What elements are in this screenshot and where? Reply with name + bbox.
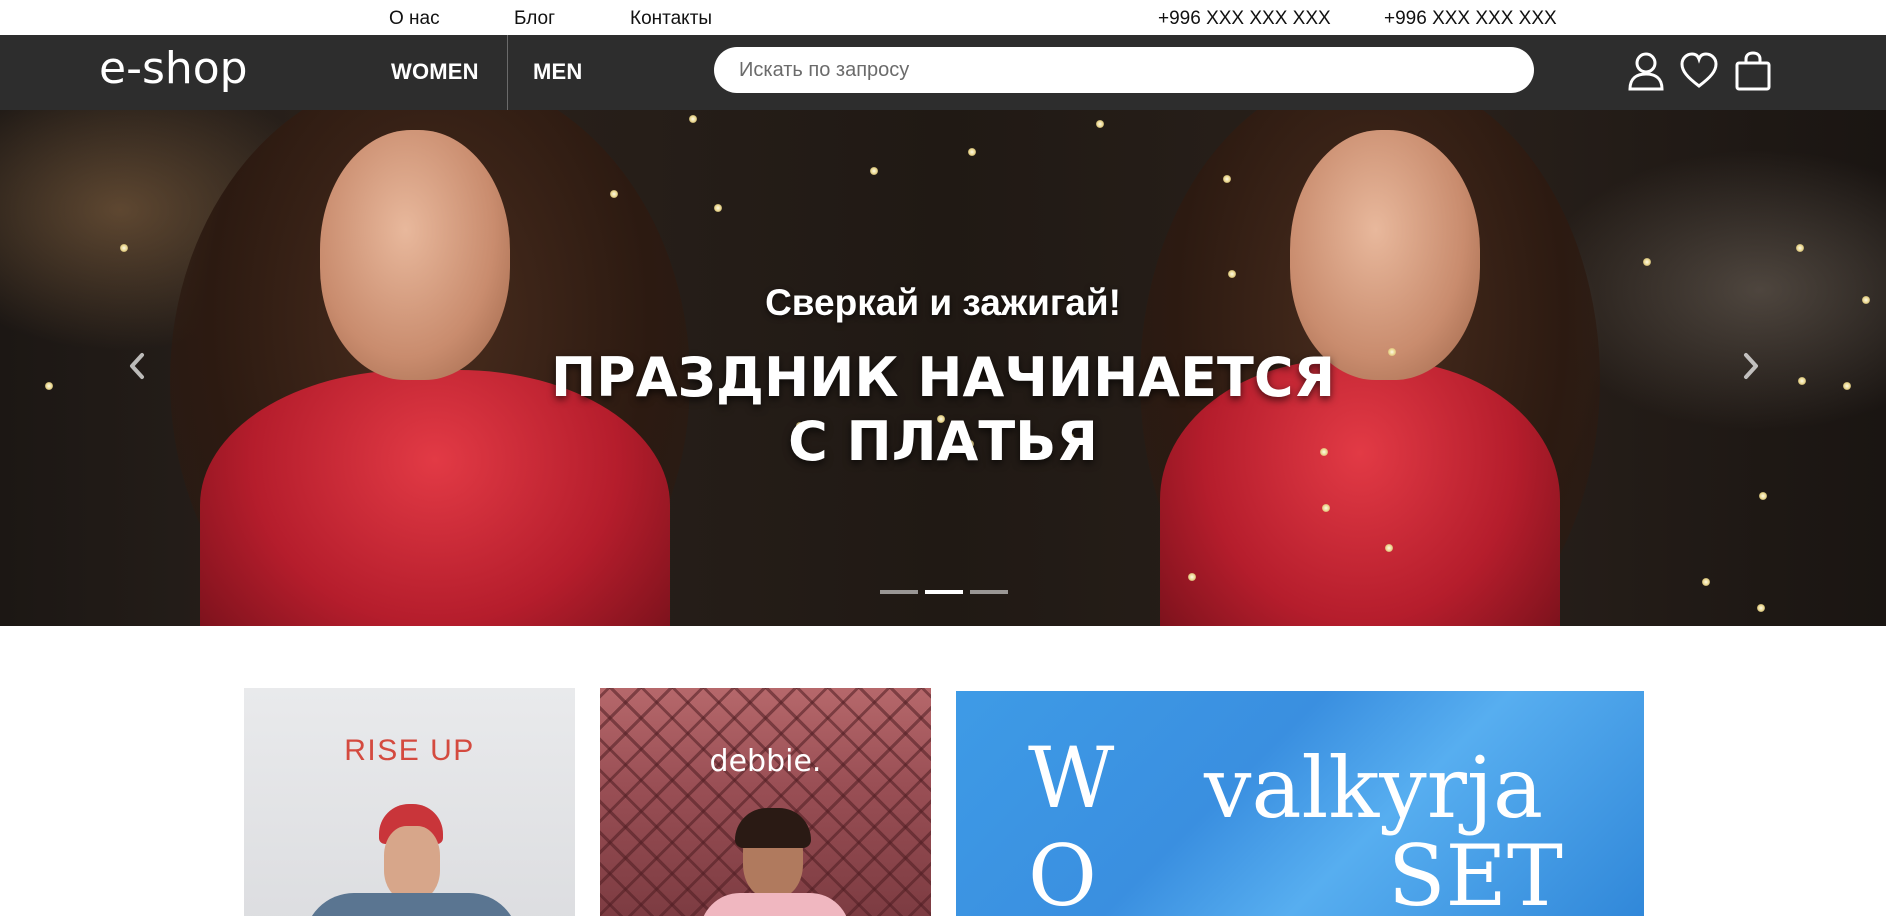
person-sweater (700, 893, 850, 916)
shopping-bag-icon[interactable] (1732, 49, 1774, 93)
user-icon[interactable] (1625, 49, 1667, 93)
eshop-logo[interactable]: e-shop (97, 41, 267, 101)
brand-card-rise-up[interactable]: RISE UP (244, 688, 575, 916)
hero-title: ПРАЗДНИК НАЧИНАЕТСЯ С ПЛАТЬЯ (0, 346, 1886, 474)
sparkle (1223, 175, 1231, 183)
heart-icon[interactable] (1678, 49, 1720, 93)
contacts-link[interactable]: Контакты (630, 8, 712, 30)
person-hair (735, 808, 811, 848)
blog-link[interactable]: Блог (514, 8, 555, 30)
brand-logo-debbie: debbie. (709, 744, 822, 779)
eshop-logo-mark: e-shop (99, 43, 248, 94)
sparkle (968, 148, 976, 156)
brand-card-debbie[interactable]: debbie. (600, 688, 931, 916)
brand-side-letter-w: W (1028, 729, 1115, 827)
sparkle (870, 167, 878, 175)
hero-model-face-right (1290, 130, 1480, 380)
sparkle (1643, 258, 1651, 266)
about-link[interactable]: О нас (389, 8, 440, 30)
chevron-right-icon[interactable] (1736, 346, 1766, 386)
slider-indicators (880, 590, 1010, 598)
brand-logo-rise-up: RISE UP (344, 734, 475, 767)
sparkle (1385, 544, 1393, 552)
phone-number-2: +996 XXX XXX XXX (1384, 8, 1557, 29)
sparkle (610, 190, 618, 198)
chevron-left-icon[interactable] (122, 346, 152, 386)
sparkle (1096, 120, 1104, 128)
hero-subtitle: Сверкай и зажигай! (765, 282, 1121, 323)
person-jacket (304, 893, 519, 916)
sparkle (1757, 604, 1765, 612)
sparkle (1796, 244, 1804, 252)
sparkle (1759, 492, 1767, 500)
phone-number-1: +996 XXX XXX XXX (1158, 8, 1331, 29)
brand-logo-set: SET (1388, 827, 1563, 916)
sparkle (120, 244, 128, 252)
sparkle (1702, 578, 1710, 586)
hero-title-line1: ПРАЗДНИК НАЧИНАЕТСЯ (550, 346, 1336, 409)
brand-card-valkyrja[interactable]: W O valkyrja SET (956, 691, 1644, 916)
top-info-bar: О нас Блог Контакты +996 XXX XXX XXX +99… (0, 0, 1886, 35)
brand-logo-valkyrja: valkyrja (1204, 739, 1544, 837)
hero-title-line2: С ПЛАТЬЯ (788, 410, 1098, 473)
svg-text:e-shop: e-shop (99, 43, 248, 94)
slider-dot-1[interactable] (880, 590, 918, 594)
nav-women[interactable]: WOMEN (391, 59, 479, 85)
slider-dot-3[interactable] (970, 590, 1008, 594)
slider-dot-2[interactable] (925, 590, 963, 594)
person-face (384, 826, 440, 900)
nav-men[interactable]: MEN (533, 59, 583, 85)
sparkle (1228, 270, 1236, 278)
nav-divider (507, 35, 508, 110)
sparkle (1322, 504, 1330, 512)
brand-side-letter-o: O (1028, 827, 1097, 916)
hero-slider[interactable]: Сверкай и зажигай! ПРАЗДНИК НАЧИНАЕТСЯ С… (0, 110, 1886, 626)
main-header: e-shop WOMEN MEN (0, 35, 1886, 110)
sparkle (689, 115, 697, 123)
sparkle (1188, 573, 1196, 581)
sparkle (714, 204, 722, 212)
hero-model-face-left (320, 130, 510, 380)
search-input[interactable] (714, 47, 1534, 93)
